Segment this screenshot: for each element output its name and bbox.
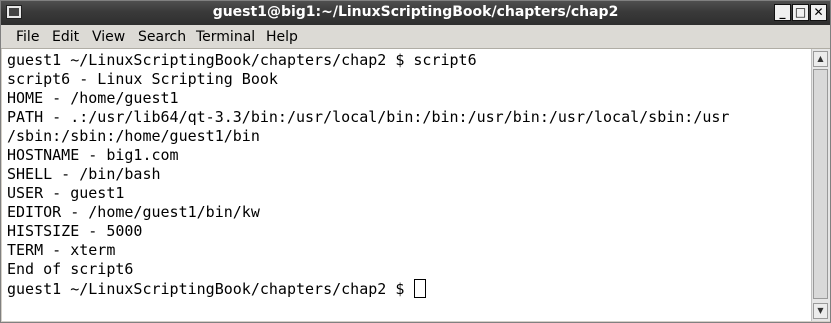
terminal-line: USER - guest1 [7,184,125,202]
terminal-line: TERM - xterm [7,241,116,259]
terminal-line: guest1 ~/LinuxScriptingBook/chapters/cha… [7,51,477,69]
terminal-text: guest1 ~/LinuxScriptingBook/chapters/cha… [2,49,811,299]
text-cursor [414,279,427,298]
menu-terminal[interactable]: Terminal [196,29,255,45]
terminal-line: script6 - Linux Scripting Book [7,70,278,88]
maximize-button[interactable]: □ [792,4,809,21]
title-bar[interactable]: guest1@big1:~/LinuxScriptingBook/chapter… [1,1,830,25]
terminal-prompt: guest1 ~/LinuxScriptingBook/chapters/cha… [7,280,414,298]
terminal-output[interactable]: guest1 ~/LinuxScriptingBook/chapters/cha… [2,49,811,321]
menu-help[interactable]: Help [266,29,298,45]
terminal-line: HOSTNAME - big1.com [7,146,179,164]
close-button[interactable]: ✕ [810,4,827,21]
terminal-line: HOME - /home/guest1 [7,89,179,107]
terminal-window: guest1@big1:~/LinuxScriptingBook/chapter… [0,0,831,323]
minimize-button[interactable]: _ [774,4,791,21]
menu-edit[interactable]: Edit [52,29,79,45]
menu-file[interactable]: File [16,29,39,45]
terminal-line: EDITOR - /home/guest1/bin/kw [7,203,260,221]
scrollbar-thumb[interactable] [813,69,828,299]
vertical-scrollbar[interactable]: ▲ ▼ [811,49,830,321]
window-title: guest1@big1:~/LinuxScriptingBook/chapter… [212,4,619,20]
terminal-line: PATH - .:/usr/lib64/qt-3.3/bin:/usr/loca… [7,108,730,126]
terminal-line: /sbin:/sbin:/home/guest1/bin [7,127,260,145]
menu-search[interactable]: Search [138,29,186,45]
scroll-down-arrow-icon[interactable]: ▼ [813,303,828,319]
menu-view[interactable]: View [92,29,125,45]
terminal-line: End of script6 [7,260,134,278]
menu-bar: File Edit View Search Terminal Help [1,25,830,49]
terminal-line: SHELL - /bin/bash [7,165,161,183]
scroll-up-arrow-icon[interactable]: ▲ [813,51,828,67]
terminal-line: HISTSIZE - 5000 [7,222,143,240]
